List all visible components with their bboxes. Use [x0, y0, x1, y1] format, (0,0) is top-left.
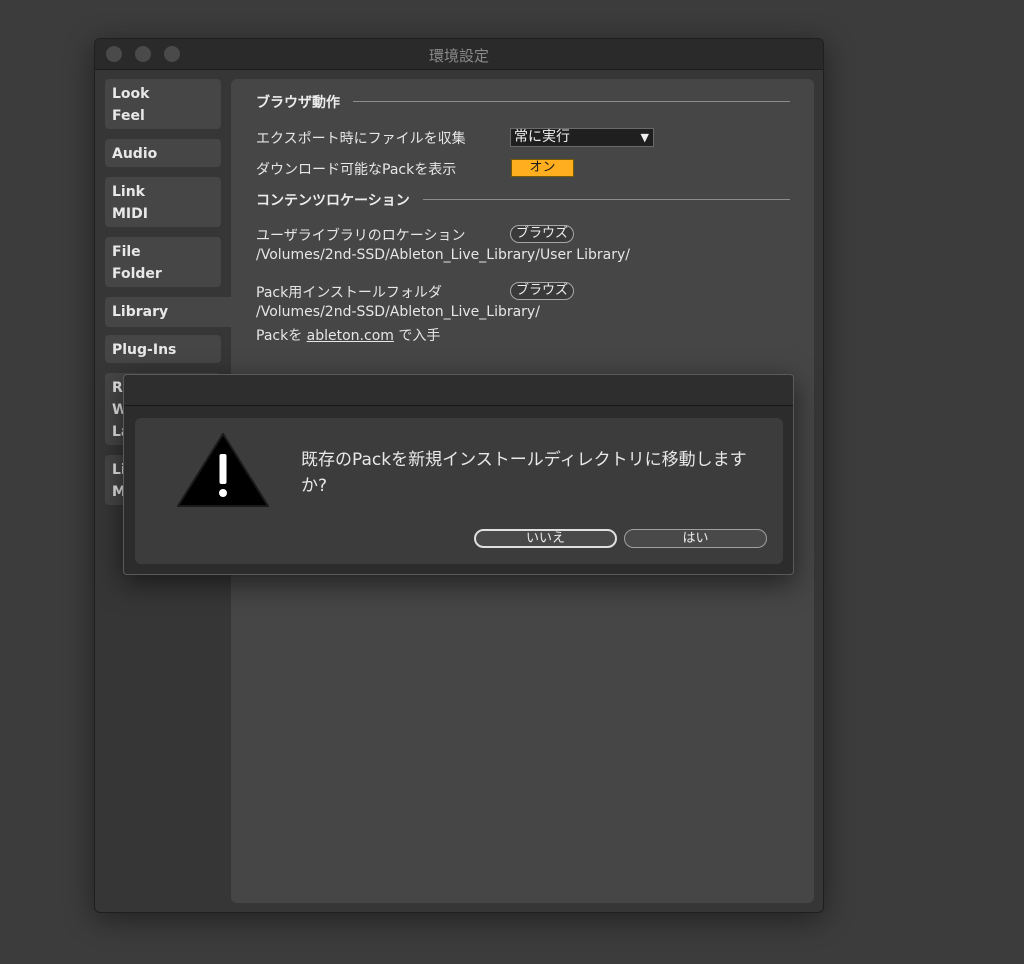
- no-button[interactable]: いいえ: [474, 529, 617, 548]
- chevron-down-icon: ▼: [640, 131, 649, 144]
- sidebar-item-label: Folder: [112, 266, 162, 282]
- yes-button[interactable]: はい: [624, 529, 767, 548]
- dialog-titlebar[interactable]: [124, 375, 793, 406]
- sidebar-item-label: Feel: [112, 108, 145, 124]
- sidebar-item-file-folder[interactable]: File Folder: [105, 237, 221, 287]
- sidebar-item-plug-ins[interactable]: Plug-Ins: [105, 335, 221, 363]
- get-packs-line: Packを ableton.com で入手: [256, 325, 440, 345]
- show-packs-label: ダウンロード可能なPackを表示: [256, 162, 457, 178]
- window-title: 環境設定: [428, 47, 489, 65]
- get-packs-suffix: で入手: [398, 328, 441, 344]
- section-divider: [423, 199, 790, 200]
- dialog-message: 既存のPackを新規インストールディレクトリに移動しますか?: [301, 450, 747, 496]
- pack-folder-browse-button[interactable]: ブラウズ: [510, 282, 574, 300]
- user-library-path: /Volumes/2nd-SSD/Ableton_Live_Library/Us…: [256, 247, 630, 263]
- sidebar-item-link-midi[interactable]: Link MIDI: [105, 177, 221, 227]
- sidebar-item-label: Audio: [112, 146, 158, 162]
- user-library-label: ユーザライブラリのロケーション: [256, 228, 466, 244]
- pack-folder-path: /Volumes/2nd-SSD/Ableton_Live_Library/: [256, 304, 540, 320]
- sidebar-item-library[interactable]: Library: [105, 297, 231, 327]
- collect-files-value: 常に実行: [514, 129, 570, 145]
- collect-files-select[interactable]: 常に実行 ▼: [510, 128, 654, 147]
- section-title-browser: ブラウザ動作: [256, 95, 340, 111]
- sidebar-item-label: Plug-Ins: [112, 342, 177, 358]
- window-titlebar[interactable]: 環境設定: [95, 39, 823, 70]
- warning-icon: [177, 433, 269, 507]
- sidebar-item-look-feel[interactable]: Look Feel: [105, 79, 221, 129]
- user-library-browse-button[interactable]: ブラウズ: [510, 225, 574, 243]
- sidebar-item-label: File: [112, 244, 141, 260]
- section-divider: [353, 101, 790, 102]
- dialog-body: 既存のPackを新規インストールディレクトリに移動しますか? いいえ はい: [135, 418, 783, 564]
- move-packs-dialog: 既存のPackを新規インストールディレクトリに移動しますか? いいえ はい: [123, 374, 794, 575]
- sidebar-item-label: Library: [112, 304, 169, 320]
- collect-files-label: エクスポート時にファイルを収集: [256, 131, 466, 147]
- sidebar-item-audio[interactable]: Audio: [105, 139, 221, 167]
- sidebar-item-label: Look: [112, 86, 150, 102]
- sidebar-item-label: MIDI: [112, 206, 148, 222]
- get-packs-prefix: Packを: [256, 328, 303, 344]
- pack-folder-label: Pack用インストールフォルダ: [256, 285, 442, 301]
- section-title-content-locations: コンテンツロケーション: [256, 193, 410, 209]
- show-packs-toggle[interactable]: オン: [511, 159, 574, 177]
- sidebar-item-label: Link: [112, 184, 145, 200]
- ableton-link[interactable]: ableton.com: [307, 328, 394, 344]
